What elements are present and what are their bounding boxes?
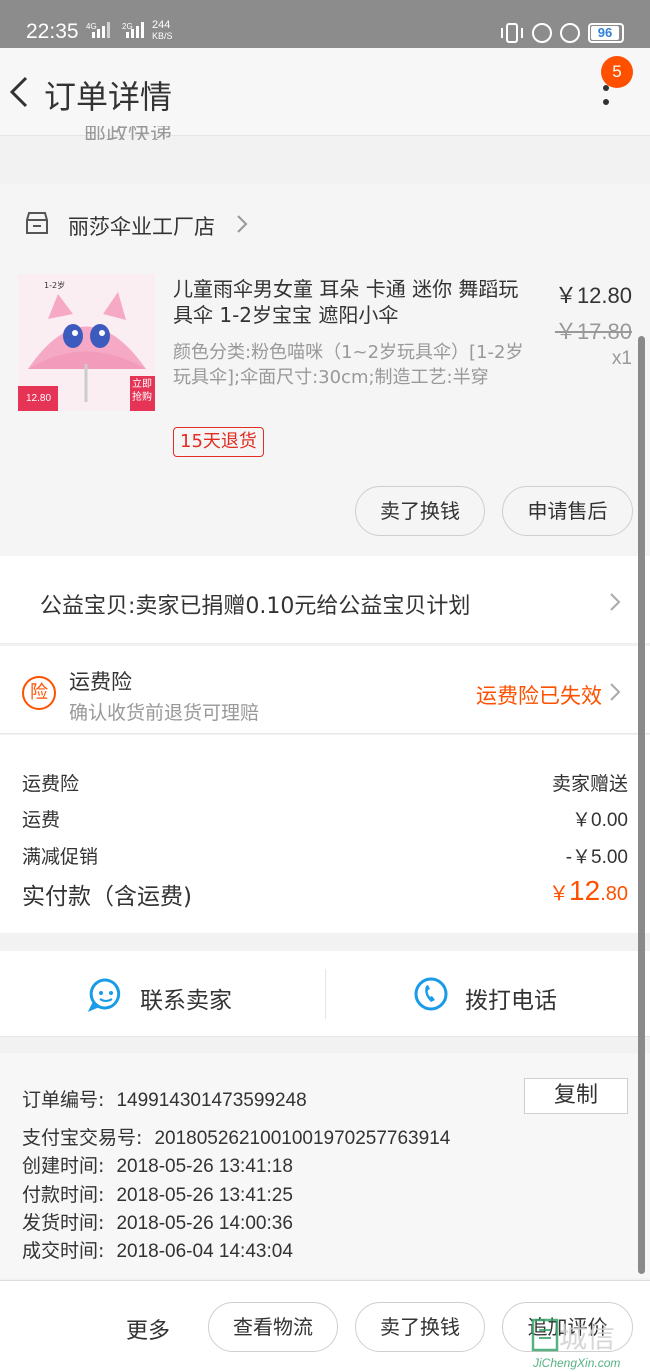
sell-button[interactable]: 卖了换钱 [355, 486, 485, 536]
fee-label: 运费 [22, 809, 61, 831]
lock-icon [532, 23, 552, 43]
chevron-right-icon [610, 593, 621, 611]
order-info: 订单编号: 149914301473599248 复制 支付宝交易号: 2018… [0, 1053, 650, 1278]
contact-seller-label: 联系卖家 [140, 988, 232, 1014]
created-time: 2018-05-26 13:41:18 [116, 1156, 293, 1177]
fee-label: 满减促销 [22, 846, 99, 868]
call-phone-button[interactable]: 拨打电话 [325, 951, 650, 1037]
signal-icon [92, 22, 110, 38]
fee-value: 卖家赠送 [551, 773, 628, 795]
created-row: 创建时间: 2018-05-26 13:41:18 [22, 1151, 293, 1178]
contact-bar: 联系卖家 拨打电话 [0, 951, 650, 1037]
view-logistics-button[interactable]: 查看物流 [208, 1302, 338, 1352]
status-time: 22:35 [26, 20, 79, 43]
image-promo: 立即 抢购 [132, 379, 152, 403]
paid-label: 付款时间: [22, 1184, 105, 1206]
paid-time: 2018-05-26 13:41:25 [116, 1185, 293, 1206]
fee-value: ￥0.00 [572, 810, 628, 831]
product-original-price: ￥17.80 [554, 319, 632, 344]
chevron-right-icon [610, 683, 621, 701]
image-price: 12.80 [26, 393, 52, 404]
watermark-url: JiChengXin.com [533, 1356, 621, 1370]
order-card: 丽莎伞业工厂店 1-2岁 12.80 立即 抢购 儿童雨伞男女童 耳朵 卡通 迷… [0, 184, 650, 556]
product-quantity: x1 [611, 348, 632, 369]
product-sku: 颜色分类:粉色喵咪（1~2岁玩具伞）[1-2岁玩具伞];伞面尺寸:30cm;制造… [173, 342, 524, 388]
shop-row[interactable]: 丽莎伞业工厂店 [0, 184, 650, 264]
vibrate-icon [501, 23, 523, 43]
alipay-label: 支付宝交易号: [22, 1127, 143, 1149]
insurance-status: 运费险已失效 [476, 684, 602, 708]
completed-row: 成交时间: 2018-06-04 14:43:04 [22, 1236, 293, 1263]
product-image[interactable]: 1-2岁 12.80 立即 抢购 [18, 274, 155, 411]
message-badge[interactable]: 5 [601, 56, 633, 88]
insurance-subtitle: 确认收货前退货可理赔 [69, 702, 260, 724]
order-number-row: 订单编号: 149914301473599248 [22, 1085, 307, 1112]
fee-row: 运费 ￥0.00 [22, 805, 628, 832]
shop-name[interactable]: 丽莎伞业工厂店 [68, 211, 215, 241]
order-number-label: 订单编号: [22, 1089, 105, 1111]
copy-button[interactable]: 复制 [524, 1078, 628, 1114]
return-policy-tag: 15天退货 [173, 427, 264, 457]
fee-value: -￥5.00 [565, 847, 628, 868]
signal-icon-2 [126, 22, 144, 38]
shipping-company-text: 邮政快递 [84, 126, 173, 140]
watermark-text: 城信 [559, 1321, 616, 1354]
alarm-icon [560, 23, 580, 43]
alipay-number: 2018052621001001970257763914 [154, 1128, 451, 1149]
fee-row: 满减促销 -￥5.00 [22, 842, 628, 869]
shipped-row: 发货时间: 2018-05-26 14:00:36 [22, 1208, 293, 1235]
status-bar: 22:35 4G 2G 244 KB/S 96 [0, 0, 650, 48]
shop-icon [26, 212, 48, 234]
paid-row: 付款时间: 2018-05-26 13:41:25 [22, 1180, 293, 1207]
total-amount: ￥12.80 [549, 875, 628, 906]
total-row: 实付款（含运费) ￥12.80 [22, 875, 628, 911]
insurance-title: 运费险 [69, 670, 132, 694]
completed-time: 2018-06-04 14:43:04 [116, 1241, 293, 1262]
sell-button-bottom[interactable]: 卖了换钱 [355, 1302, 485, 1352]
chevron-right-icon [237, 215, 248, 233]
back-arrow-icon[interactable] [6, 72, 36, 112]
status-icons: 96 [500, 22, 624, 44]
shipping-insurance-row[interactable]: 险 运费险 确认收货前退货可理赔 运费险已失效 [0, 646, 650, 734]
fee-summary: 运费险 卖家赠送 运费 ￥0.00 满减促销 -￥5.00 实付款（含运费) ￥… [0, 735, 650, 933]
charity-row[interactable]: 公益宝贝:卖家已捐赠0.10元给公益宝贝计划 [0, 556, 650, 644]
contact-seller-button[interactable]: 联系卖家 [0, 951, 325, 1037]
watermark: 城信 JiChengXin.com [527, 1312, 647, 1372]
created-label: 创建时间: [22, 1155, 105, 1177]
alipay-row: 支付宝交易号: 2018052621001001970257763914 [22, 1123, 450, 1150]
more-button[interactable]: 更多 [126, 1313, 170, 1345]
order-number: 149914301473599248 [116, 1090, 307, 1111]
shipped-time: 2018-05-26 14:00:36 [116, 1213, 293, 1234]
after-sale-button[interactable]: 申请售后 [502, 486, 633, 536]
fee-row: 运费险 卖家赠送 [22, 769, 628, 796]
fee-label: 运费险 [22, 773, 80, 795]
watermark-logo-icon [531, 1318, 559, 1352]
shipped-label: 发货时间: [22, 1212, 105, 1234]
battery-icon: 96 [588, 23, 624, 43]
insurance-icon: 险 [22, 676, 56, 710]
phone-icon [414, 977, 448, 1011]
scrollbar[interactable] [638, 336, 645, 1274]
product-title[interactable]: 儿童雨伞男女童 耳朵 卡通 迷你 舞蹈玩具伞 1-2岁宝宝 遮阳小伞 [173, 276, 523, 328]
image-tag-age: 1-2岁 [44, 281, 66, 290]
total-label: 实付款（含运费) [22, 884, 192, 910]
page-title: 订单详情 [44, 78, 173, 116]
chat-bubble-icon [88, 978, 121, 1012]
completed-label: 成交时间: [22, 1240, 105, 1262]
call-phone-label: 拨打电话 [465, 988, 557, 1014]
product-price: ￥12.80 [554, 283, 632, 308]
nav-bar: 订单详情 5 [0, 48, 650, 136]
charity-text: 公益宝贝:卖家已捐赠0.10元给公益宝贝计划 [40, 594, 471, 619]
